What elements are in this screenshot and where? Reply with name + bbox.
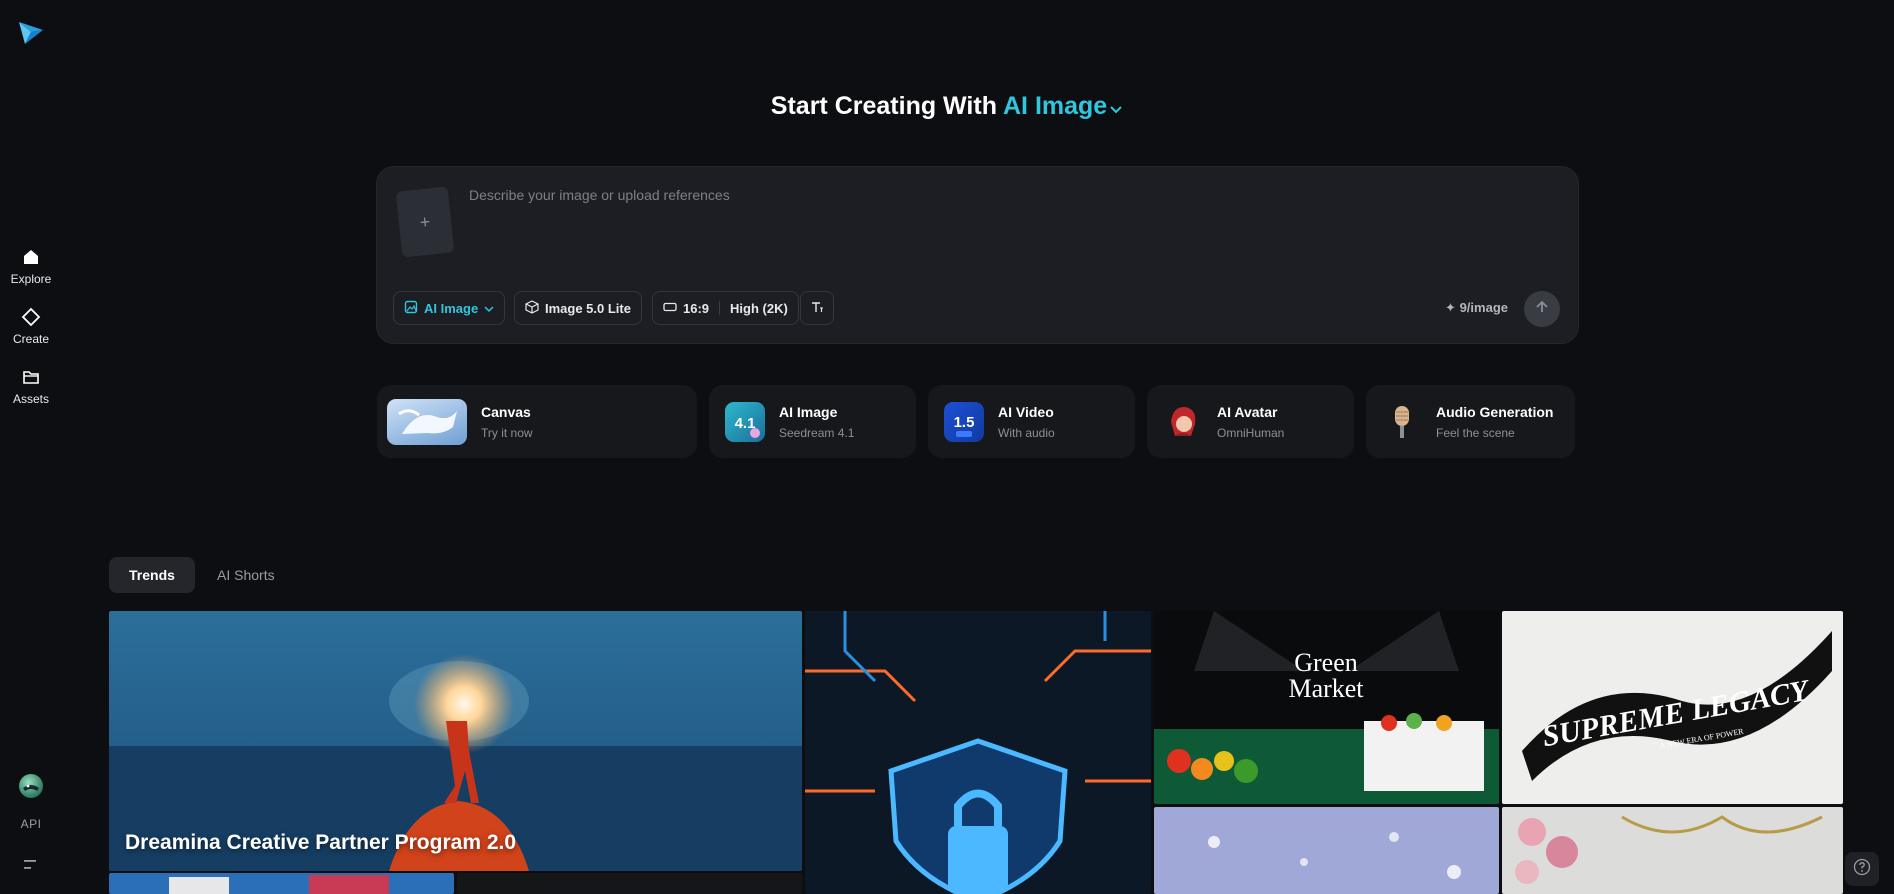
feature-card-text: AI Video With audio [998,404,1055,440]
image-icon [404,300,418,317]
canvas-thumbnail [387,398,467,445]
sidebar-item-explore[interactable]: Explore [0,246,62,286]
feature-title: AI Image [779,403,838,420]
gallery-tile-supreme-legacy[interactable]: SUPREME LEGACY A NEW ERA OF POWER [1502,611,1843,804]
headline-prefix: Start Creating With [770,92,997,120]
snow-artwork [1154,807,1499,894]
divider [719,301,721,315]
dreamina-logo-icon[interactable] [17,18,45,46]
supreme-legacy-artwork: SUPREME LEGACY A NEW ERA OF POWER [1502,611,1843,804]
prompt-composer: + AI Image Image 5.0 Lite 16:9 High (2K)… [376,166,1579,344]
mode-dropdown[interactable]: AI Image [393,291,506,325]
feature-card-ai-avatar[interactable]: AI Avatar OmniHuman [1147,385,1354,458]
green-market-artwork: Green Market [1154,611,1499,804]
upload-reference-button[interactable]: + [395,186,455,258]
gallery-tile-snow[interactable] [1154,807,1499,894]
text-style-button[interactable] [800,291,834,325]
chevron-down-icon [1109,93,1123,122]
feature-subtitle: Try it now [481,425,533,440]
home-icon [20,246,42,268]
gallery-tile-security[interactable] [805,611,1151,894]
aspect-ratio-label: 16:9 [683,300,710,316]
gallery-tile-row2-left[interactable] [109,873,454,894]
feature-card-canvas[interactable]: Canvas Try it now [377,385,697,458]
feature-card-text: AI Avatar OmniHuman [1217,404,1284,440]
chevron-down-icon [484,301,494,316]
credit-cost-label: 9/image [1459,300,1508,315]
arrow-up-icon [1534,299,1550,320]
feature-subtitle: Seedream 4.1 [779,425,855,440]
feature-subtitle: With audio [998,425,1055,440]
microphone-icon [1382,401,1422,442]
feature-card-text: AI Image Seedream 4.1 [779,404,854,440]
feature-card-ai-image[interactable]: 4.1 AI Image Seedream 4.1 [709,385,916,458]
feature-subtitle: Feel the scene [1436,425,1515,440]
aspect-ratio-icon [663,301,677,316]
page-title: Start Creating With AI Image [0,92,1894,122]
tab-ai-shorts[interactable]: AI Shorts [197,557,295,593]
feature-card-text: Canvas Try it now [481,404,533,440]
ratio-quality-selector[interactable]: 16:9 High (2K) [652,291,799,325]
folder-icon [20,366,42,388]
question-icon [1853,858,1871,881]
ai-video-badge-icon: 1.5 [944,401,984,442]
sidebar-item-assets[interactable]: Assets [0,366,62,406]
feature-card-ai-video[interactable]: 1.5 AI Video With audio [928,385,1135,458]
feature-title: AI Video [998,403,1054,420]
gallery-tile-row2-right[interactable] [457,873,802,894]
menu-icon[interactable] [22,858,40,872]
help-button[interactable] [1845,852,1879,886]
sidebar-item-label: Explore [10,272,52,286]
cube-icon [525,299,539,317]
quality-label: High (2K) [730,300,788,316]
model-selector[interactable]: Image 5.0 Lite [514,291,642,325]
gallery-tile-green-market[interactable]: Green Market [1154,611,1499,804]
feature-title: Canvas [481,403,531,420]
api-link[interactable]: API [0,817,62,831]
sparkle-icon: ✦ [1445,300,1456,315]
diamond-icon [20,306,42,328]
prompt-input[interactable] [469,187,1549,257]
sidebar-item-label: Create [12,332,50,346]
row2-left-artwork [109,873,454,894]
mode-dropdown-label: AI Image [424,300,479,316]
row2-right-artwork [457,873,802,894]
ai-video-badge-label: 1.5 [954,414,975,431]
sidebar-item-label: Assets [12,392,49,406]
gallery-tile-roses[interactable] [1502,807,1843,894]
gallery-tile-featured[interactable]: Dreamina Creative Partner Program 2.0 [109,611,802,871]
featured-caption: Dreamina Creative Partner Program 2.0 [125,831,517,854]
ai-image-badge-icon: 4.1 [725,401,765,442]
text-format-icon [810,300,824,317]
green-market-line2: Market [1288,674,1364,703]
feature-card-audio-generation[interactable]: Audio Generation Feel the scene [1366,385,1575,458]
sidebar: Explore Create Assets API [0,0,62,894]
plus-icon: + [418,211,432,232]
feature-card-text: Audio Generation Feel the scene [1436,404,1553,440]
mode-selector[interactable]: AI Image [1003,92,1123,120]
feature-title: AI Avatar [1217,403,1278,420]
roses-artwork [1502,807,1843,894]
send-button[interactable] [1524,291,1560,327]
avatar[interactable] [19,774,43,798]
feature-title: Audio Generation [1436,403,1554,420]
mode-selector-label: AI Image [1003,92,1108,120]
ai-avatar-portrait-icon [1163,401,1203,442]
sidebar-item-create[interactable]: Create [0,306,62,346]
tab-trends[interactable]: Trends [109,557,195,593]
feature-subtitle: OmniHuman [1217,425,1285,440]
security-lock-artwork [805,611,1151,894]
credit-cost: ✦ 9/image [1445,300,1508,316]
model-selector-label: Image 5.0 Lite [545,300,631,316]
green-market-line1: Green [1294,648,1358,677]
